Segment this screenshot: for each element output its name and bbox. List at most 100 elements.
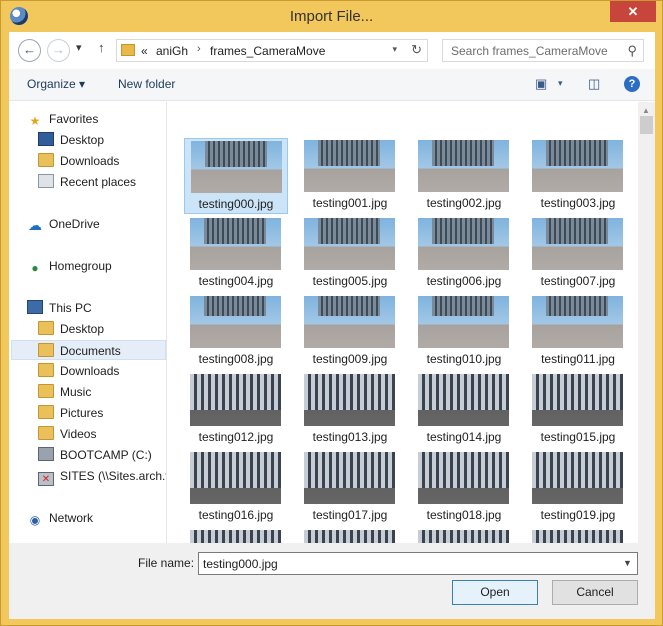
scroll-up-icon[interactable]: ▲ xyxy=(642,106,650,115)
scrollbar-thumb[interactable] xyxy=(640,116,653,134)
refresh-icon[interactable]: ↻ xyxy=(411,42,422,58)
sidebar-item-documents[interactable]: Documents xyxy=(11,340,166,360)
sidebar-item-recent-places[interactable]: Recent places xyxy=(38,172,136,192)
breadcrumb-item[interactable]: frames_CameraMove xyxy=(210,44,325,58)
file-tile[interactable] xyxy=(412,528,516,543)
preview-pane-icon[interactable]: ◫ xyxy=(588,76,600,92)
new-folder-button[interactable]: New folder xyxy=(118,77,175,91)
sidebar-item-homegroup[interactable]: ● Homegroup xyxy=(27,256,111,276)
network-drive-icon: ✕ xyxy=(38,472,54,486)
sidebar-item-sites[interactable]: ✕ SITES (\\Sites.arch.vi xyxy=(38,466,166,486)
organize-button[interactable]: Organize ▾ xyxy=(27,77,85,91)
sidebar-item-label: Music xyxy=(60,385,92,399)
file-tile[interactable]: testing010.jpg xyxy=(412,294,516,370)
image-thumbnail xyxy=(532,296,623,348)
import-file-dialog: Import File... ✕ ← → ▾ ↑ « aniGh › frame… xyxy=(0,0,663,626)
image-thumbnail xyxy=(190,218,281,270)
file-tile[interactable]: testing014.jpg xyxy=(412,372,516,448)
help-icon[interactable]: ? xyxy=(624,76,640,92)
file-name: testing008.jpg xyxy=(198,352,274,366)
sidebar-item-pictures[interactable]: Pictures xyxy=(38,403,103,423)
chevron-down-icon[interactable]: ▼ xyxy=(623,558,632,568)
vertical-scrollbar[interactable]: ▲ xyxy=(638,102,655,543)
breadcrumb-item[interactable]: aniGh xyxy=(156,44,188,58)
sidebar-item-downloads-folder[interactable]: Downloads xyxy=(38,361,119,381)
forward-button[interactable]: → xyxy=(47,39,70,62)
file-name: testing018.jpg xyxy=(426,508,502,522)
dialog-client-area: ← → ▾ ↑ « aniGh › frames_CameraMove ▾ ↻ … xyxy=(9,32,655,619)
file-name-panel: File name: ▼ Open Cancel xyxy=(9,543,655,619)
file-tile[interactable]: testing006.jpg xyxy=(412,216,516,292)
star-icon: ★ xyxy=(29,114,41,128)
image-thumbnail xyxy=(532,374,623,426)
file-tile[interactable]: testing000.jpg xyxy=(184,138,288,214)
view-options-dropdown-icon[interactable]: ▾ xyxy=(558,78,563,89)
address-dropdown-icon[interactable]: ▾ xyxy=(392,44,397,55)
sidebar-item-downloads[interactable]: Downloads xyxy=(38,151,119,171)
sidebar-item-label: Favorites xyxy=(49,112,99,126)
search-input[interactable]: Search frames_CameraMove ⚲ xyxy=(442,39,644,62)
cancel-button[interactable]: Cancel xyxy=(552,580,638,605)
file-tile[interactable]: testing009.jpg xyxy=(298,294,402,370)
file-tile[interactable]: testing008.jpg xyxy=(184,294,288,370)
file-tile[interactable] xyxy=(184,528,288,543)
file-tile[interactable]: testing018.jpg xyxy=(412,450,516,526)
sidebar-item-network[interactable]: ◉ Network xyxy=(27,508,93,528)
file-name: testing016.jpg xyxy=(198,508,274,522)
sidebar-item-label: Downloads xyxy=(60,364,120,378)
chevron-down-icon: ▾ xyxy=(76,42,82,54)
file-name: testing011.jpg xyxy=(541,352,615,366)
file-tile[interactable] xyxy=(298,528,402,543)
image-thumbnail xyxy=(532,140,623,192)
breadcrumb-separator-icon[interactable]: › xyxy=(197,43,201,55)
file-tile[interactable]: testing015.jpg xyxy=(526,372,630,448)
file-tile[interactable]: testing003.jpg xyxy=(526,138,630,214)
file-tile[interactable]: testing017.jpg xyxy=(298,450,402,526)
search-icon[interactable]: ⚲ xyxy=(627,43,637,59)
image-thumbnail xyxy=(304,452,395,504)
change-view-icon[interactable]: ▣ xyxy=(535,76,547,92)
file-tile[interactable]: testing016.jpg xyxy=(184,450,288,526)
sidebar-item-videos[interactable]: Videos xyxy=(38,424,96,444)
sidebar-item-desktop[interactable]: Desktop xyxy=(38,130,104,150)
file-tile[interactable]: testing013.jpg xyxy=(298,372,402,448)
sidebar-item-desktop-folder[interactable]: Desktop xyxy=(38,319,104,339)
file-name: testing006.jpg xyxy=(426,274,502,288)
folder-icon xyxy=(38,405,54,419)
sidebar-item-favorites[interactable]: ★ Favorites xyxy=(27,109,99,129)
image-thumbnail xyxy=(304,374,395,426)
sidebar-item-onedrive[interactable]: ☁ OneDrive xyxy=(27,214,100,234)
file-list: testing000.jpg testing001.jpg testing002… xyxy=(168,102,638,543)
file-tile[interactable]: testing005.jpg xyxy=(298,216,402,292)
file-name: testing001.jpg xyxy=(312,196,388,210)
file-tile[interactable]: testing019.jpg xyxy=(526,450,630,526)
file-tile[interactable]: testing004.jpg xyxy=(184,216,288,292)
dialog-title: Import File... xyxy=(289,8,374,25)
back-button[interactable]: ← xyxy=(18,39,41,62)
title-bar[interactable]: Import File... ✕ xyxy=(1,1,662,32)
image-thumbnail xyxy=(532,530,623,543)
recent-locations-dropdown[interactable]: ▾ xyxy=(76,41,82,54)
folder-icon xyxy=(38,343,54,357)
sidebar-item-label: Pictures xyxy=(60,406,104,420)
sidebar-item-this-pc[interactable]: This PC xyxy=(27,298,92,318)
address-bar[interactable]: « aniGh › frames_CameraMove ▾ ↻ xyxy=(116,39,428,62)
file-name: testing003.jpg xyxy=(540,196,616,210)
file-name: testing014.jpg xyxy=(426,430,502,444)
open-button[interactable]: Open xyxy=(452,580,538,605)
file-tile[interactable]: testing002.jpg xyxy=(412,138,516,214)
file-name: testing010.jpg xyxy=(426,352,502,366)
close-button[interactable]: ✕ xyxy=(610,1,656,22)
file-tile[interactable]: testing011.jpg xyxy=(526,294,630,370)
image-thumbnail xyxy=(190,530,281,543)
file-name-input[interactable] xyxy=(198,552,638,575)
sidebar-item-music[interactable]: Music xyxy=(38,382,91,402)
file-tile[interactable]: testing012.jpg xyxy=(184,372,288,448)
image-thumbnail xyxy=(304,296,395,348)
file-tile[interactable] xyxy=(526,528,630,543)
sidebar-item-bootcamp[interactable]: BOOTCAMP (C:) xyxy=(38,445,152,465)
up-button[interactable]: ↑ xyxy=(98,40,105,55)
breadcrumb-overflow[interactable]: « xyxy=(141,44,148,58)
file-tile[interactable]: testing007.jpg xyxy=(526,216,630,292)
file-tile[interactable]: testing001.jpg xyxy=(298,138,402,214)
